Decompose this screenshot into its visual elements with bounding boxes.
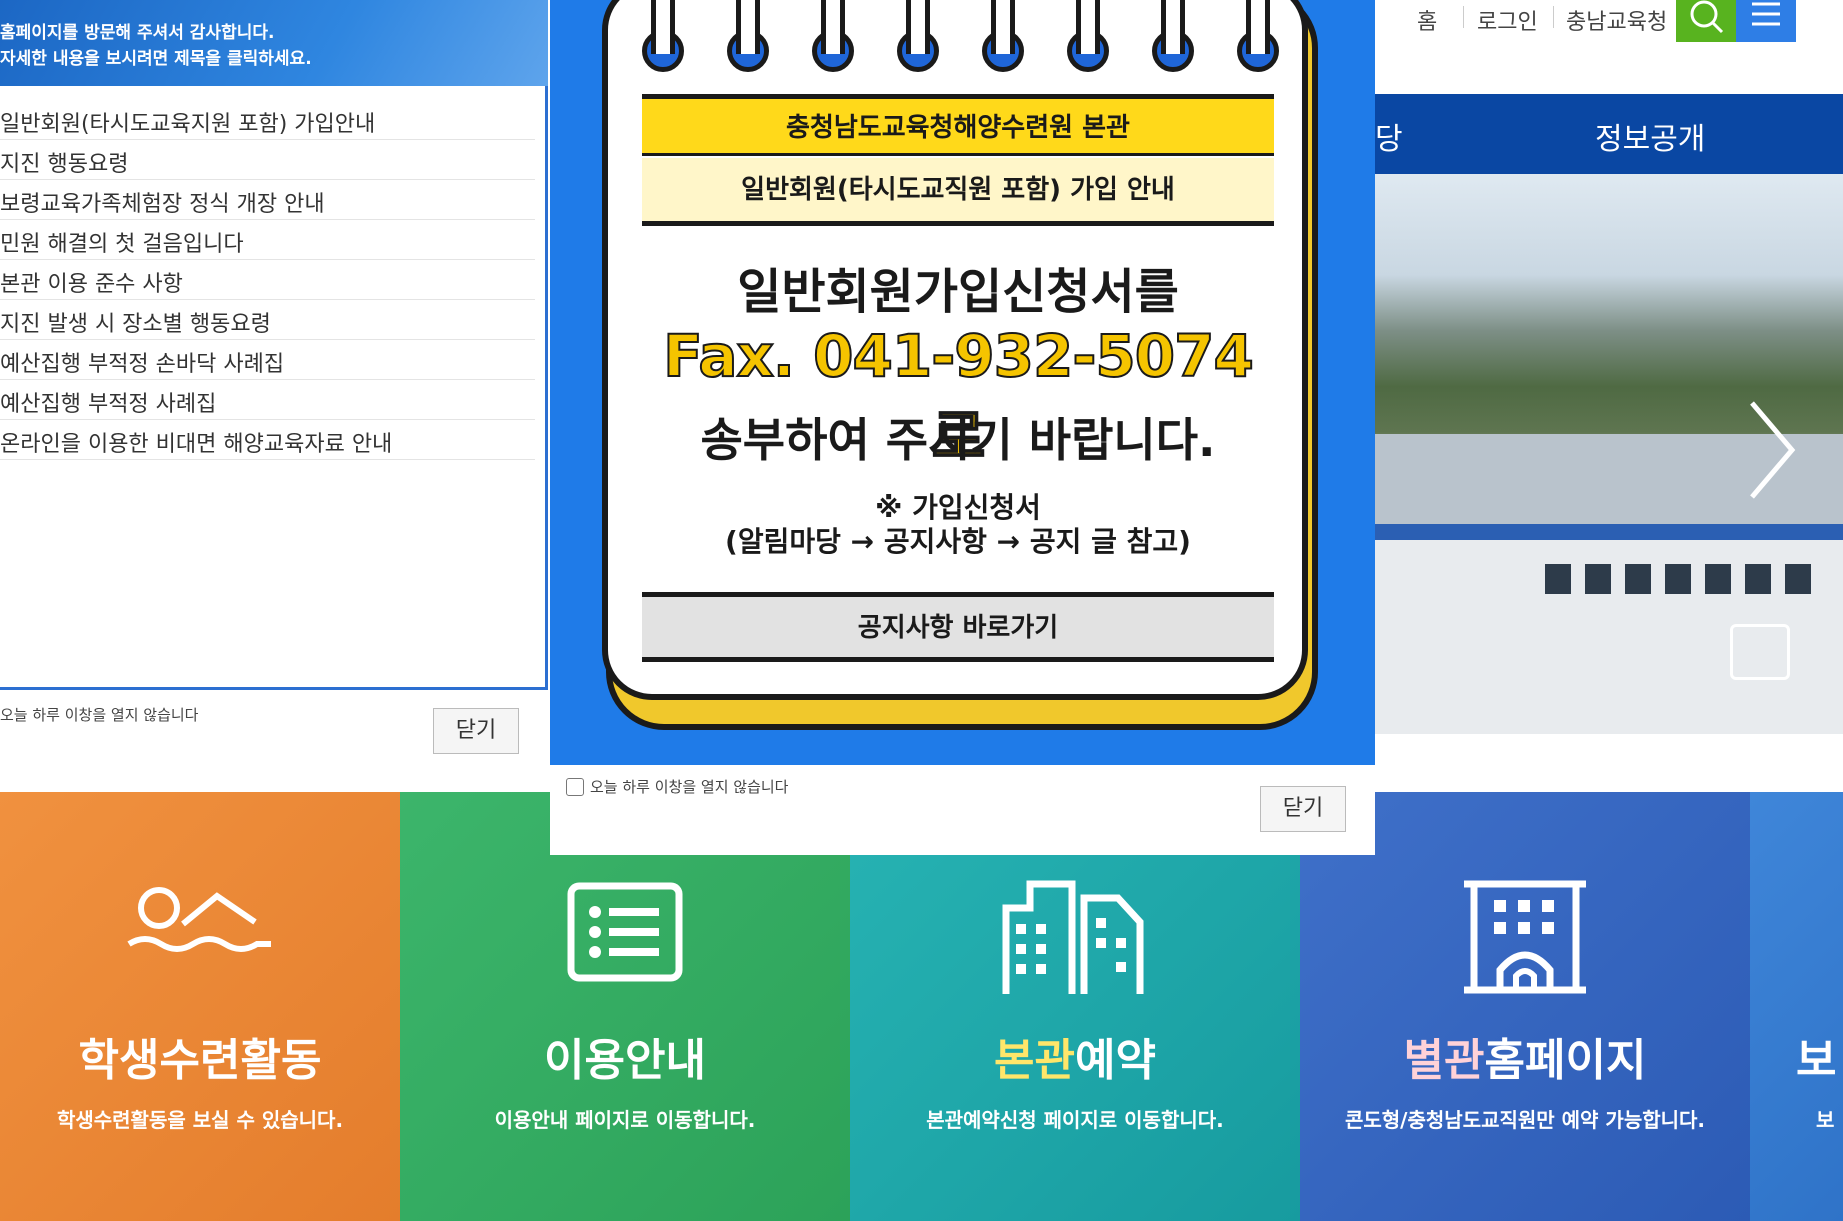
hero-window xyxy=(1745,564,1771,594)
menu-button[interactable] xyxy=(1736,0,1796,42)
tile-title-highlight: 본관 xyxy=(994,1035,1075,1086)
building-icon xyxy=(1464,880,1586,994)
tile-title-rest: 예약 xyxy=(1075,1035,1156,1086)
search-button[interactable] xyxy=(1676,0,1736,42)
notice-item[interactable]: 일반회원(타시도교육지원 포함) 가입안내 xyxy=(0,100,535,140)
hero-window xyxy=(1585,564,1611,594)
nav-item-partial[interactable]: 당 xyxy=(1375,114,1403,158)
divider xyxy=(1463,6,1464,28)
tile-desc: 보 xyxy=(1816,1108,1835,1132)
divider xyxy=(1553,6,1554,28)
hamburger-icon xyxy=(1752,2,1780,26)
hero-window xyxy=(1625,564,1651,594)
buildings-icon xyxy=(1002,880,1144,994)
tile-desc: 이용안내 페이지로 이동합니다. xyxy=(494,1108,756,1132)
hero-window xyxy=(1665,564,1691,594)
tile-desc: 학생수련활동을 보실 수 있습니다. xyxy=(56,1108,344,1132)
tile-title: 보 xyxy=(1796,1035,1837,1086)
pad-subheader: 일반회원(타시도교직원 포함) 가입 안내 xyxy=(642,158,1274,226)
notice-item[interactable]: 예산집행 부적정 사례집 xyxy=(0,380,535,420)
hero-window xyxy=(1545,564,1571,594)
swimmer-icon xyxy=(127,887,271,952)
spiral-ring xyxy=(651,0,675,54)
notice-popup-footer: 오늘 하루 이창을 열지 않습니다 닫기 xyxy=(0,690,548,760)
pad-header: 충청남도교육청해양수련원 본관 xyxy=(642,94,1274,156)
quick-menu: 학생수련활동 학생수련활동을 보실 수 있습니다. 이용안내 이용안내 페이지로… xyxy=(0,792,1843,1221)
search-icon xyxy=(1690,0,1724,34)
notice-popup: 홈페이지를 방문해 주셔서 감사합니다. 자세한 내용을 보시려면 제목을 클릭… xyxy=(0,0,548,760)
header-line-1: 홈페이지를 방문해 주셔서 감사합니다. xyxy=(0,23,275,43)
close-button[interactable]: 닫기 xyxy=(1260,786,1346,832)
pad-line-1: 일반회원가입신청서를 xyxy=(737,264,1179,320)
signup-popup: 충청남도교육청해양수련원 본관 일반회원(타시도교직원 포함) 가입 안내 일반… xyxy=(550,0,1375,855)
spiral-ring xyxy=(736,0,760,54)
nav-item-info[interactable]: 정보공개 xyxy=(1595,114,1705,158)
tile-partial[interactable]: 보 보 xyxy=(1750,792,1843,1221)
notice-item[interactable]: 본관 이용 준수 사항 xyxy=(0,260,535,300)
notice-item[interactable]: 보령교육가족체험장 정식 개장 안내 xyxy=(0,180,535,220)
pad-line-3: 송부하여 주시기 바랍니다. xyxy=(700,413,1216,467)
slider-pause-button[interactable] xyxy=(1730,624,1790,680)
cne-link[interactable]: 충남교육청 xyxy=(1566,4,1667,36)
hero-window xyxy=(1705,564,1731,594)
dont-show-today-label[interactable]: 오늘 하루 이창을 열지 않습니다 xyxy=(0,704,198,725)
tile-desc: 콘도형/충청남도교직원만 예약 가능합니다. xyxy=(1344,1108,1706,1132)
notice-item[interactable]: 민원 해결의 첫 걸음입니다 xyxy=(0,220,535,260)
tile-title-highlight: 별관 xyxy=(1403,1035,1485,1086)
tile-title: 별관홈페이지 xyxy=(1300,1024,1750,1088)
main-navigation: 당 정보공개 xyxy=(1375,94,1843,174)
signup-popup-image[interactable]: 충청남도교육청해양수련원 본관 일반회원(타시도교직원 포함) 가입 안내 일반… xyxy=(550,0,1375,765)
notice-item[interactable]: 지진 발생 시 장소별 행동요령 xyxy=(0,300,535,340)
tile-annex-homepage[interactable]: 별관홈페이지 콘도형/충청남도교직원만 예약 가능합니다. xyxy=(1300,792,1750,1221)
tile-main-reservation[interactable]: 본관예약 본관예약신청 페이지로 이동합니다. xyxy=(850,792,1300,1221)
header-line-2: 자세한 내용을 보시려면 제목을 클릭하세요. xyxy=(0,49,312,69)
notice-item[interactable]: 예산집행 부적정 손바닥 사례집 xyxy=(0,340,535,380)
tile-title: 이용안내 xyxy=(544,1035,706,1086)
tile-title-rest: 홈페이지 xyxy=(1484,1035,1647,1086)
tile-desc: 본관예약신청 페이지로 이동합니다. xyxy=(926,1108,1224,1132)
spiral-ring xyxy=(991,0,1015,54)
dont-show-today-label[interactable]: 오늘 하루 이창을 열지 않습니다 xyxy=(590,776,788,797)
list-icon xyxy=(567,882,683,982)
tile-title: 학생수련활동 xyxy=(78,1035,322,1086)
spiral-ring xyxy=(1246,0,1270,54)
dont-show-checkbox[interactable] xyxy=(566,778,584,796)
notice-popup-header: 홈페이지를 방문해 주셔서 감사합니다. 자세한 내용을 보시려면 제목을 클릭… xyxy=(0,0,548,86)
hero-band xyxy=(1375,524,1843,540)
spiral-ring xyxy=(1161,0,1185,54)
notice-list: 일반회원(타시도교육지원 포함) 가입안내 지진 행동요령 보령교육가족체험장 … xyxy=(0,86,548,690)
tile-usage-guide[interactable]: 이용안내 이용안내 페이지로 이동합니다. xyxy=(400,792,850,1221)
login-link[interactable]: 로그인 xyxy=(1477,4,1538,36)
chevron-right-icon[interactable] xyxy=(1740,395,1800,505)
spiral-ring xyxy=(1076,0,1100,54)
notice-item[interactable]: 지진 행동요령 xyxy=(0,140,535,180)
notice-shortcut-button[interactable]: 공지사항 바로가기 xyxy=(642,592,1274,662)
hero-window xyxy=(1785,564,1811,594)
tile-student-training[interactable]: 학생수련활동 학생수련활동을 보실 수 있습니다. xyxy=(0,792,400,1221)
notice-item[interactable]: 온라인을 이용한 비대면 해양교육자료 안내 xyxy=(0,420,535,460)
spiral-ring xyxy=(906,0,930,54)
spiral-ring xyxy=(821,0,845,54)
tile-title: 본관예약 xyxy=(850,1024,1300,1088)
close-button[interactable]: 닫기 xyxy=(433,708,519,754)
pad-note-2: (알림마당 → 공지사항 → 공지 글 참고) xyxy=(725,525,1191,558)
home-link[interactable]: 홈 xyxy=(1417,4,1437,36)
